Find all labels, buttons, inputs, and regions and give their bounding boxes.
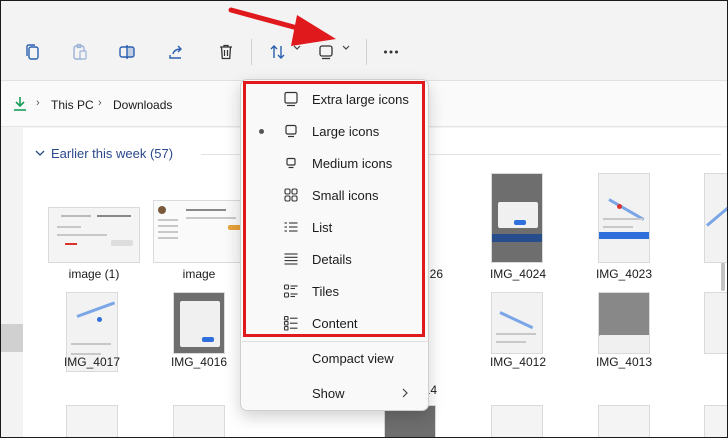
more-icon [384,50,398,54]
menu-item-label: Compact view [312,351,394,366]
collapse-chevron-icon [35,150,45,156]
copy-button[interactable] [18,37,48,67]
command-bar [1,1,727,81]
menu-item-label: Large icons [312,124,380,139]
toolbar-divider [366,39,367,65]
breadcrumb-chevron-icon: › [98,97,102,109]
menu-item-label: Content [312,316,358,331]
content-icon [283,315,298,331]
copy-icon [26,44,39,60]
file-thumbnail[interactable] [491,405,543,437]
breadcrumb-this-pc[interactable]: This PC [51,98,94,112]
sort-button[interactable] [263,37,293,67]
file-name[interactable]: IMG_4023 [579,267,669,281]
file-thumbnail[interactable] [598,173,650,263]
file-name[interactable]: IMG_4017 [47,355,137,369]
chevron-right-icon [402,388,408,398]
download-icon [14,97,26,111]
paste-button[interactable] [65,37,95,67]
file-thumbnail[interactable] [598,292,650,354]
details-icon [284,253,298,265]
file-thumbnail[interactable] [48,207,140,263]
chevron-down-icon[interactable] [342,45,350,51]
view-icon [319,45,333,60]
sort-icon [270,45,285,59]
menu-item-compact-view[interactable]: Compact view [241,342,428,374]
file-name[interactable]: IMG_4012 [473,355,563,369]
selected-bullet-icon [259,129,264,134]
menu-item-tiles[interactable]: Tiles [241,275,428,307]
file-thumbnail[interactable] [704,292,727,354]
menu-item-large-icons[interactable]: Large icons [241,115,428,147]
medium-icons-icon [286,157,296,169]
file-thumbnail[interactable] [173,405,225,437]
delete-button[interactable] [211,37,241,67]
share-icon [169,45,182,59]
large-icons-icon [285,124,297,138]
file-thumbnail[interactable] [598,405,650,437]
file-name[interactable]: image [154,267,244,281]
tiles-icon [283,284,298,298]
menu-item-label: Extra large icons [312,92,409,107]
menu-item-show[interactable]: Show [241,377,428,409]
paste-icon [73,43,87,60]
toolbar-divider [251,39,252,65]
extra-large-icons-icon [284,91,298,107]
file-thumbnail[interactable] [66,405,118,437]
rename-icon [119,45,135,59]
small-icons-icon [284,188,298,202]
share-button[interactable] [161,37,191,67]
see-more-button[interactable] [376,37,406,67]
menu-item-label: Small icons [312,188,379,203]
chevron-down-icon[interactable] [293,45,301,51]
navigation-pane [1,128,23,437]
menu-item-label: List [312,220,333,235]
group-header[interactable]: Earlier this week (57) [35,146,173,161]
navigation-pane-scrollbar[interactable] [1,324,23,352]
menu-item-extra-large-icons[interactable]: Extra large icons [241,83,428,115]
menu-item-list[interactable]: List [241,211,428,243]
menu-item-label: Tiles [312,284,339,299]
menu-item-label: Details [312,252,352,267]
group-header-label: Earlier this week (57) [51,146,174,161]
file-thumbnail[interactable] [704,173,727,263]
view-button[interactable] [311,37,341,67]
trash-icon [220,44,232,60]
file-name[interactable]: IMG_4016 [154,355,244,369]
breadcrumb-chevron-icon: › [36,97,40,109]
file-thumbnail[interactable] [491,173,543,263]
file-name[interactable]: IMG_4024 [473,267,563,281]
breadcrumb-downloads[interactable]: Downloads [113,98,172,112]
file-name[interactable]: image (1) [49,267,139,281]
rename-button[interactable] [112,37,142,67]
menu-item-label: Medium icons [312,156,393,171]
file-explorer-window: › This PC › Downloads Earlier this week … [0,0,728,438]
menu-item-details[interactable]: Details [241,243,428,275]
menu-item-label: Show [312,386,345,401]
menu-item-medium-icons[interactable]: Medium icons [241,147,428,179]
menu-item-small-icons[interactable]: Small icons [241,179,428,211]
file-thumbnail[interactable] [491,292,543,354]
list-icon [284,222,298,232]
file-name[interactable]: IMG_4013 [579,355,669,369]
file-thumbnail[interactable] [153,200,245,263]
file-thumbnail[interactable] [173,292,225,354]
file-thumbnail[interactable] [704,405,727,437]
menu-item-content[interactable]: Content [241,307,428,339]
